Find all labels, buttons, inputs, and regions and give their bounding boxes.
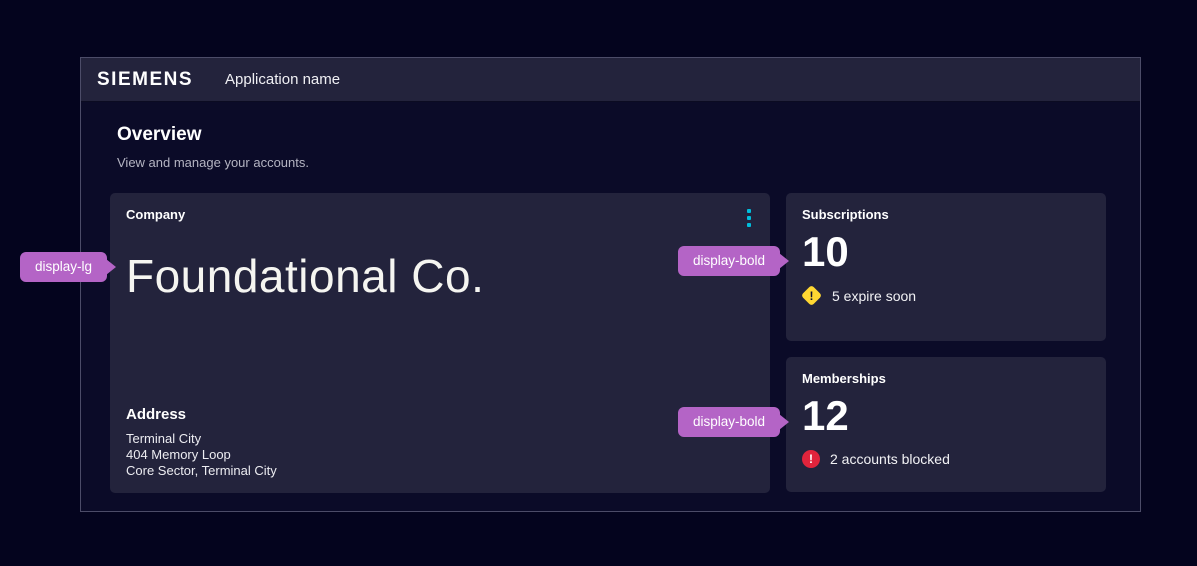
subscriptions-count: 10: [802, 230, 1090, 274]
cards-row: Company Foundational Co. Address Termina…: [110, 193, 1111, 493]
company-card-header: Company: [126, 207, 754, 229]
error-circle-icon: !: [802, 450, 820, 468]
address-line: 404 Memory Loop: [126, 447, 754, 463]
annotation-display-bold: display-bold: [678, 407, 780, 437]
memberships-card: Memberships 12 ! 2 accounts blocked: [786, 357, 1106, 492]
company-card-label: Company: [126, 207, 185, 222]
application-name: Application name: [225, 71, 340, 88]
annotation-display-bold: display-bold: [678, 246, 780, 276]
app-header: SIEMENS Application name: [81, 58, 1140, 102]
kebab-menu-icon[interactable]: [744, 207, 754, 229]
app-window: SIEMENS Application name Overview View a…: [80, 57, 1141, 512]
annotation-display-lg: display-lg: [20, 252, 107, 282]
warning-diamond-icon: !: [801, 285, 822, 306]
address-line: Core Sector, Terminal City: [126, 463, 754, 479]
subscriptions-card: Subscriptions 10 ! 5 expire soon: [786, 193, 1106, 341]
company-card: Company Foundational Co. Address Termina…: [110, 193, 770, 493]
address-heading: Address: [126, 406, 754, 423]
memberships-status: ! 2 accounts blocked: [802, 450, 1090, 468]
page-canvas: SIEMENS Application name Overview View a…: [0, 0, 1197, 566]
address-line: Terminal City: [126, 431, 754, 447]
page-title: Overview: [117, 124, 1111, 146]
memberships-status-text: 2 accounts blocked: [830, 451, 950, 467]
subscriptions-card-label: Subscriptions: [802, 207, 1090, 222]
memberships-count: 12: [802, 394, 1090, 438]
stats-column: Subscriptions 10 ! 5 expire soon Members…: [786, 193, 1106, 492]
siemens-logo: SIEMENS: [97, 69, 193, 91]
subscriptions-status: ! 5 expire soon: [802, 286, 1090, 305]
subscriptions-status-text: 5 expire soon: [832, 288, 916, 304]
main-content: Overview View and manage your accounts. …: [81, 102, 1140, 493]
memberships-card-label: Memberships: [802, 371, 1090, 386]
address-block: Address Terminal City 404 Memory Loop Co…: [126, 406, 754, 479]
company-name: Foundational Co.: [126, 251, 754, 302]
page-subtitle: View and manage your accounts.: [117, 155, 1111, 170]
